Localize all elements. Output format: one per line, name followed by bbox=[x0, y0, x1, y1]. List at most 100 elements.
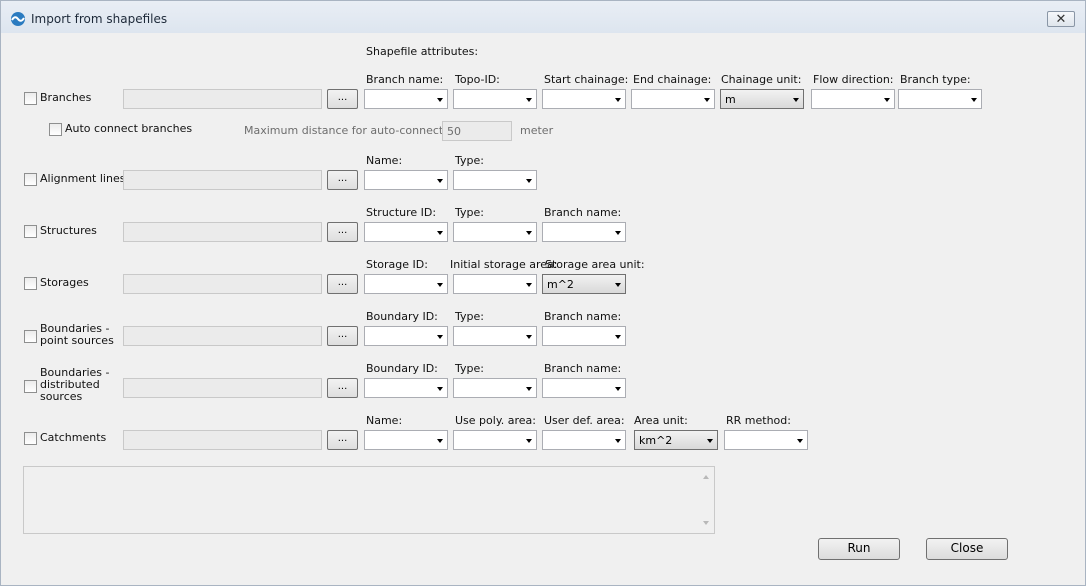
storage-area-unit-dropdown[interactable]: m^2 bbox=[542, 274, 626, 294]
window-close-button[interactable]: ✕ bbox=[1047, 11, 1075, 27]
run-button[interactable]: Run bbox=[818, 538, 900, 560]
point-boundary-id-dropdown[interactable] bbox=[364, 326, 448, 346]
branches-browse-button[interactable]: ... bbox=[327, 89, 358, 109]
start-chainage-dropdown[interactable] bbox=[542, 89, 626, 109]
boundaries-point-checkbox-label: Boundaries - point sources bbox=[40, 322, 114, 347]
branches-file-path[interactable] bbox=[123, 89, 322, 109]
structures-checkbox-label: Structures bbox=[40, 224, 97, 237]
alignment-name-dropdown[interactable] bbox=[364, 170, 448, 190]
branches-checkbox-label: Branches bbox=[40, 91, 92, 104]
branch-name-dropdown[interactable] bbox=[364, 89, 448, 109]
branch-name-label: Branch name: bbox=[366, 73, 444, 86]
boundaries-point-browse-button[interactable]: ... bbox=[327, 326, 358, 346]
catchments-checkbox[interactable] bbox=[24, 432, 37, 445]
initial-storage-area-label: Initial storage area: bbox=[450, 258, 558, 271]
chainage-unit-dropdown[interactable]: m bbox=[720, 89, 804, 109]
boundaries-distributed-checkbox[interactable] bbox=[24, 380, 37, 393]
dropdown-arrow-icon bbox=[437, 283, 443, 287]
area-unit-dropdown[interactable]: km^2 bbox=[634, 430, 718, 450]
storage-id-label: Storage ID: bbox=[366, 258, 428, 271]
dropdown-arrow-icon bbox=[526, 387, 532, 391]
max-distance-value: 50 bbox=[447, 125, 461, 138]
chainage-unit-value: m bbox=[725, 93, 736, 106]
distributed-boundary-type-dropdown[interactable] bbox=[453, 378, 537, 398]
dropdown-arrow-icon bbox=[437, 98, 443, 102]
storage-area-unit-value: m^2 bbox=[547, 278, 574, 291]
topo-id-dropdown[interactable] bbox=[453, 89, 537, 109]
catchments-browse-button[interactable]: ... bbox=[327, 430, 358, 450]
storages-checkbox[interactable] bbox=[24, 277, 37, 290]
alignment-lines-browse-button[interactable]: ... bbox=[327, 170, 358, 190]
start-chainage-label: Start chainage: bbox=[544, 73, 629, 86]
rr-method-dropdown[interactable] bbox=[724, 430, 808, 450]
branch-type-dropdown[interactable] bbox=[898, 89, 982, 109]
structures-file-path[interactable] bbox=[123, 222, 322, 242]
max-distance-label: Maximum distance for auto-connection: bbox=[244, 124, 464, 137]
structure-id-dropdown[interactable] bbox=[364, 222, 448, 242]
close-button[interactable]: Close bbox=[926, 538, 1008, 560]
dialog-body: Shapefile attributes: Branch name: Topo-… bbox=[10, 33, 1078, 580]
alignment-type-dropdown[interactable] bbox=[453, 170, 537, 190]
distributed-boundary-branch-name-dropdown[interactable] bbox=[542, 378, 626, 398]
distributed-boundary-type-label: Type: bbox=[455, 362, 484, 375]
dropdown-arrow-icon bbox=[615, 98, 621, 102]
dropdown-arrow-icon bbox=[526, 335, 532, 339]
window-title: Import from shapefiles bbox=[31, 12, 168, 26]
log-textarea[interactable] bbox=[23, 466, 715, 534]
scroll-up-icon[interactable] bbox=[703, 475, 709, 479]
boundaries-distributed-checkbox-label: Boundaries - distributed sources bbox=[40, 366, 110, 403]
max-distance-unit: meter bbox=[520, 124, 554, 137]
boundaries-point-file-path[interactable] bbox=[123, 326, 322, 346]
alignment-lines-file-path[interactable] bbox=[123, 170, 322, 190]
point-boundary-branch-name-dropdown[interactable] bbox=[542, 326, 626, 346]
dropdown-arrow-icon bbox=[615, 387, 621, 391]
area-unit-value: km^2 bbox=[639, 434, 673, 447]
point-boundary-type-dropdown[interactable] bbox=[453, 326, 537, 346]
structures-browse-button[interactable]: ... bbox=[327, 222, 358, 242]
dropdown-arrow-icon bbox=[707, 439, 713, 443]
structure-type-label: Type: bbox=[455, 206, 484, 219]
dropdown-arrow-icon bbox=[437, 387, 443, 391]
flow-direction-dropdown[interactable] bbox=[811, 89, 895, 109]
user-def-area-dropdown[interactable] bbox=[542, 430, 626, 450]
scroll-down-icon[interactable] bbox=[703, 521, 709, 525]
shapefile-attributes-heading: Shapefile attributes: bbox=[366, 45, 479, 58]
distributed-boundary-branch-name-label: Branch name: bbox=[544, 362, 622, 375]
catchments-file-path[interactable] bbox=[123, 430, 322, 450]
structure-branch-name-dropdown[interactable] bbox=[542, 222, 626, 242]
alignment-lines-checkbox[interactable] bbox=[24, 173, 37, 186]
dropdown-arrow-icon bbox=[526, 231, 532, 235]
boundaries-distributed-file-path[interactable] bbox=[123, 378, 322, 398]
dropdown-arrow-icon bbox=[526, 283, 532, 287]
app-wave-icon bbox=[11, 12, 25, 26]
storage-id-dropdown[interactable] bbox=[364, 274, 448, 294]
alignment-name-label: Name: bbox=[366, 154, 403, 167]
end-chainage-dropdown[interactable] bbox=[631, 89, 715, 109]
use-poly-area-dropdown[interactable] bbox=[453, 430, 537, 450]
storages-file-path[interactable] bbox=[123, 274, 322, 294]
point-boundary-branch-name-label: Branch name: bbox=[544, 310, 622, 323]
dropdown-arrow-icon bbox=[704, 98, 710, 102]
branch-type-label: Branch type: bbox=[900, 73, 971, 86]
storages-checkbox-label: Storages bbox=[40, 276, 89, 289]
catchments-checkbox-label: Catchments bbox=[40, 431, 107, 444]
distributed-boundary-id-label: Boundary ID: bbox=[366, 362, 438, 375]
catchment-name-dropdown[interactable] bbox=[364, 430, 448, 450]
auto-connect-checkbox[interactable] bbox=[49, 123, 62, 136]
boundaries-distributed-browse-button[interactable]: ... bbox=[327, 378, 358, 398]
title-bar: Import from shapefiles ✕ bbox=[1, 1, 1085, 33]
catchment-name-label: Name: bbox=[366, 414, 403, 427]
dropdown-arrow-icon bbox=[437, 439, 443, 443]
end-chainage-label: End chainage: bbox=[633, 73, 712, 86]
max-distance-input[interactable]: 50 bbox=[442, 121, 512, 141]
dropdown-arrow-icon bbox=[526, 179, 532, 183]
boundaries-point-checkbox[interactable] bbox=[24, 330, 37, 343]
structures-checkbox[interactable] bbox=[24, 225, 37, 238]
storages-browse-button[interactable]: ... bbox=[327, 274, 358, 294]
branches-checkbox[interactable] bbox=[24, 92, 37, 105]
log-scrollbar[interactable] bbox=[699, 467, 714, 533]
distributed-boundary-id-dropdown[interactable] bbox=[364, 378, 448, 398]
initial-storage-area-dropdown[interactable] bbox=[453, 274, 537, 294]
rr-method-label: RR method: bbox=[726, 414, 791, 427]
structure-type-dropdown[interactable] bbox=[453, 222, 537, 242]
